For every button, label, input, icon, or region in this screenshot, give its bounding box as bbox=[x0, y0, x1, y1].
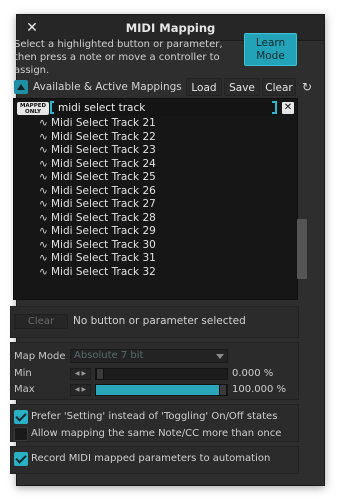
allow-multi-checkbox[interactable] bbox=[14, 427, 28, 441]
collapse-toggle-icon[interactable] bbox=[14, 80, 28, 94]
midi-wave-icon: ∿ bbox=[39, 225, 48, 237]
list-item-label: Midi Select Track 29 bbox=[51, 225, 156, 237]
list-scrollbar[interactable] bbox=[297, 219, 307, 279]
list-item[interactable]: ∿ Midi Select Track 32 bbox=[14, 266, 294, 280]
mappings-toolbar: Available & Active Mappings Load Save Cl… bbox=[12, 78, 312, 98]
clear-selection-button[interactable]: Clear bbox=[14, 314, 68, 329]
midi-wave-icon: ∿ bbox=[39, 211, 48, 224]
mappings-list: ∿ Midi Select Track 21 ∿ Midi Select Track … bbox=[14, 117, 294, 279]
mappings-list-panel: MAPPED ONLY midi select track ✕ ∿ Midi Se… bbox=[13, 98, 307, 300]
midi-wave-icon: ∿ bbox=[39, 157, 48, 170]
max-slider-fill bbox=[96, 385, 223, 395]
list-item[interactable]: ∿ Midi Select Track 22 bbox=[14, 131, 294, 145]
allow-multi-label: Allow mapping the same Note/CC more than… bbox=[31, 428, 282, 439]
map-mode-label: Map Mode bbox=[14, 351, 66, 362]
list-item-label: Midi Select Track 26 bbox=[51, 184, 156, 197]
list-item-label: Midi Select Track 25 bbox=[51, 171, 156, 183]
record-automation-label: Record MIDI mapped parameters to automat… bbox=[31, 453, 271, 464]
load-button[interactable]: Load bbox=[186, 78, 222, 96]
min-slider[interactable] bbox=[95, 368, 228, 380]
list-item[interactable]: ∿ Midi Select Track 28 bbox=[14, 212, 294, 226]
list-item-label: Midi Select Track 22 bbox=[51, 130, 156, 143]
refresh-icon[interactable]: ↻ bbox=[300, 80, 314, 94]
max-value: 100.000 % bbox=[232, 384, 287, 395]
instructions-text: Select a highlighted button or parameter… bbox=[14, 39, 223, 76]
list-item-label: Midi Select Track 27 bbox=[51, 198, 156, 210]
list-item[interactable]: ∿ Midi Select Track 24 bbox=[14, 158, 294, 172]
midi-wave-icon: ∿ bbox=[39, 252, 48, 264]
selection-status: No button or parameter selected bbox=[73, 315, 246, 327]
list-item-label: Midi Select Track 32 bbox=[51, 265, 156, 278]
clear-mappings-button[interactable]: Clear bbox=[262, 78, 296, 96]
save-button[interactable]: Save bbox=[224, 78, 260, 96]
midi-wave-icon: ∿ bbox=[39, 238, 48, 251]
search-input[interactable]: midi select track bbox=[54, 101, 280, 116]
map-mode-dropdown[interactable]: Absolute 7 bit bbox=[70, 349, 228, 363]
list-item[interactable]: ∿ Midi Select Track 27 bbox=[14, 198, 294, 212]
midi-wave-icon: ∿ bbox=[39, 144, 48, 156]
max-stepper[interactable]: ◀ ▶ bbox=[70, 384, 91, 396]
midi-wave-icon: ∿ bbox=[39, 117, 48, 129]
list-item-label: Midi Select Track 23 bbox=[51, 144, 156, 156]
mappings-header-label: Available & Active Mappings bbox=[33, 81, 182, 93]
list-item[interactable]: ∿ Midi Select Track 29 bbox=[14, 225, 294, 239]
prefer-setting-checkbox[interactable] bbox=[14, 410, 28, 424]
max-label: Max bbox=[14, 384, 35, 395]
min-label: Min bbox=[14, 368, 32, 379]
max-slider-handle[interactable] bbox=[219, 384, 227, 396]
search-bracket-right bbox=[272, 101, 277, 114]
midi-wave-icon: ∿ bbox=[39, 265, 48, 278]
min-stepper[interactable]: ◀ ▶ bbox=[70, 368, 91, 380]
list-item[interactable]: ∿ Midi Select Track 31 bbox=[14, 252, 294, 266]
mapped-only-toggle[interactable]: MAPPED ONLY bbox=[17, 102, 49, 115]
record-automation-checkbox[interactable] bbox=[14, 452, 28, 466]
min-slider-handle[interactable] bbox=[96, 368, 104, 380]
max-slider[interactable] bbox=[95, 384, 228, 396]
list-item[interactable]: ∿ Midi Select Track 23 bbox=[14, 144, 294, 158]
list-item[interactable]: ∿ Midi Select Track 26 bbox=[14, 185, 294, 199]
list-item-label: Midi Select Track 24 bbox=[51, 157, 156, 170]
list-item-label: Midi Select Track 28 bbox=[51, 211, 156, 224]
list-item-label: Midi Select Track 31 bbox=[51, 252, 156, 264]
prefer-setting-label: Prefer 'Setting' instead of 'Toggling' O… bbox=[31, 411, 278, 422]
midi-wave-icon: ∿ bbox=[39, 130, 48, 143]
midi-wave-icon: ∿ bbox=[39, 171, 48, 183]
list-item[interactable]: ∿ Midi Select Track 30 bbox=[14, 239, 294, 253]
chevron-down-icon bbox=[216, 354, 224, 359]
list-item-label: Midi Select Track 21 bbox=[51, 117, 156, 129]
map-mode-value: Absolute 7 bit bbox=[74, 350, 144, 361]
list-item[interactable]: ∿ Midi Select Track 25 bbox=[14, 171, 294, 185]
midi-wave-icon: ∿ bbox=[39, 184, 48, 197]
list-item-label: Midi Select Track 30 bbox=[51, 238, 156, 251]
learn-mode-button[interactable]: Learn Mode bbox=[244, 33, 297, 66]
clear-search-icon[interactable]: ✕ bbox=[282, 102, 294, 114]
midi-wave-icon: ∿ bbox=[39, 198, 48, 210]
list-item[interactable]: ∿ Midi Select Track 21 bbox=[14, 117, 294, 131]
min-value: 0.000 % bbox=[232, 368, 274, 379]
